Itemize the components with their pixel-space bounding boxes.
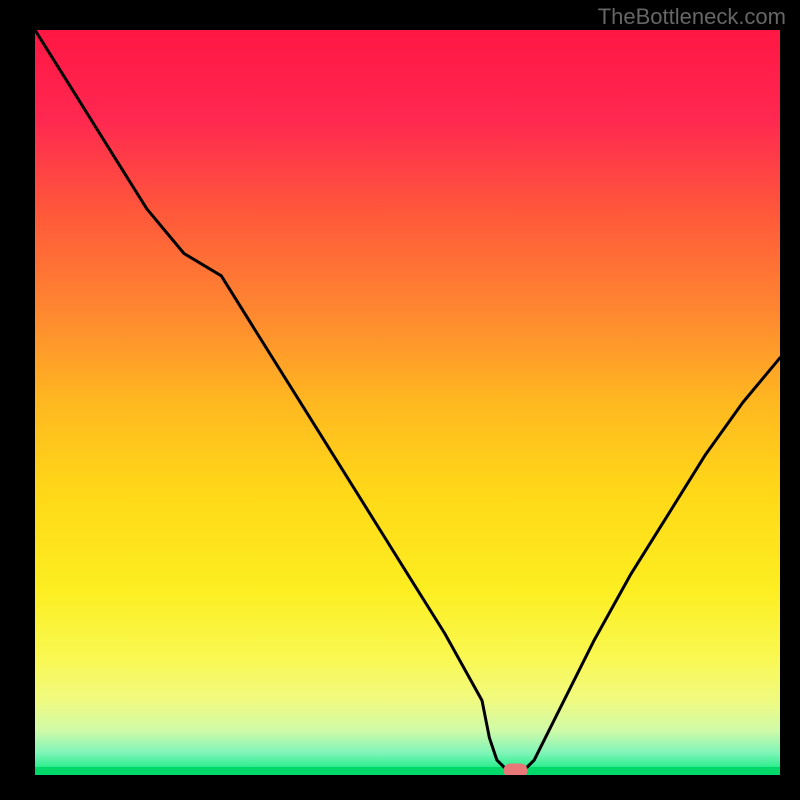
chart-baseline [35,767,780,775]
chart-marker [504,764,528,776]
watermark-text: TheBottleneck.com [598,4,786,30]
chart-plot-area [35,30,780,775]
chart-background [35,30,780,775]
chart-svg [35,30,780,775]
